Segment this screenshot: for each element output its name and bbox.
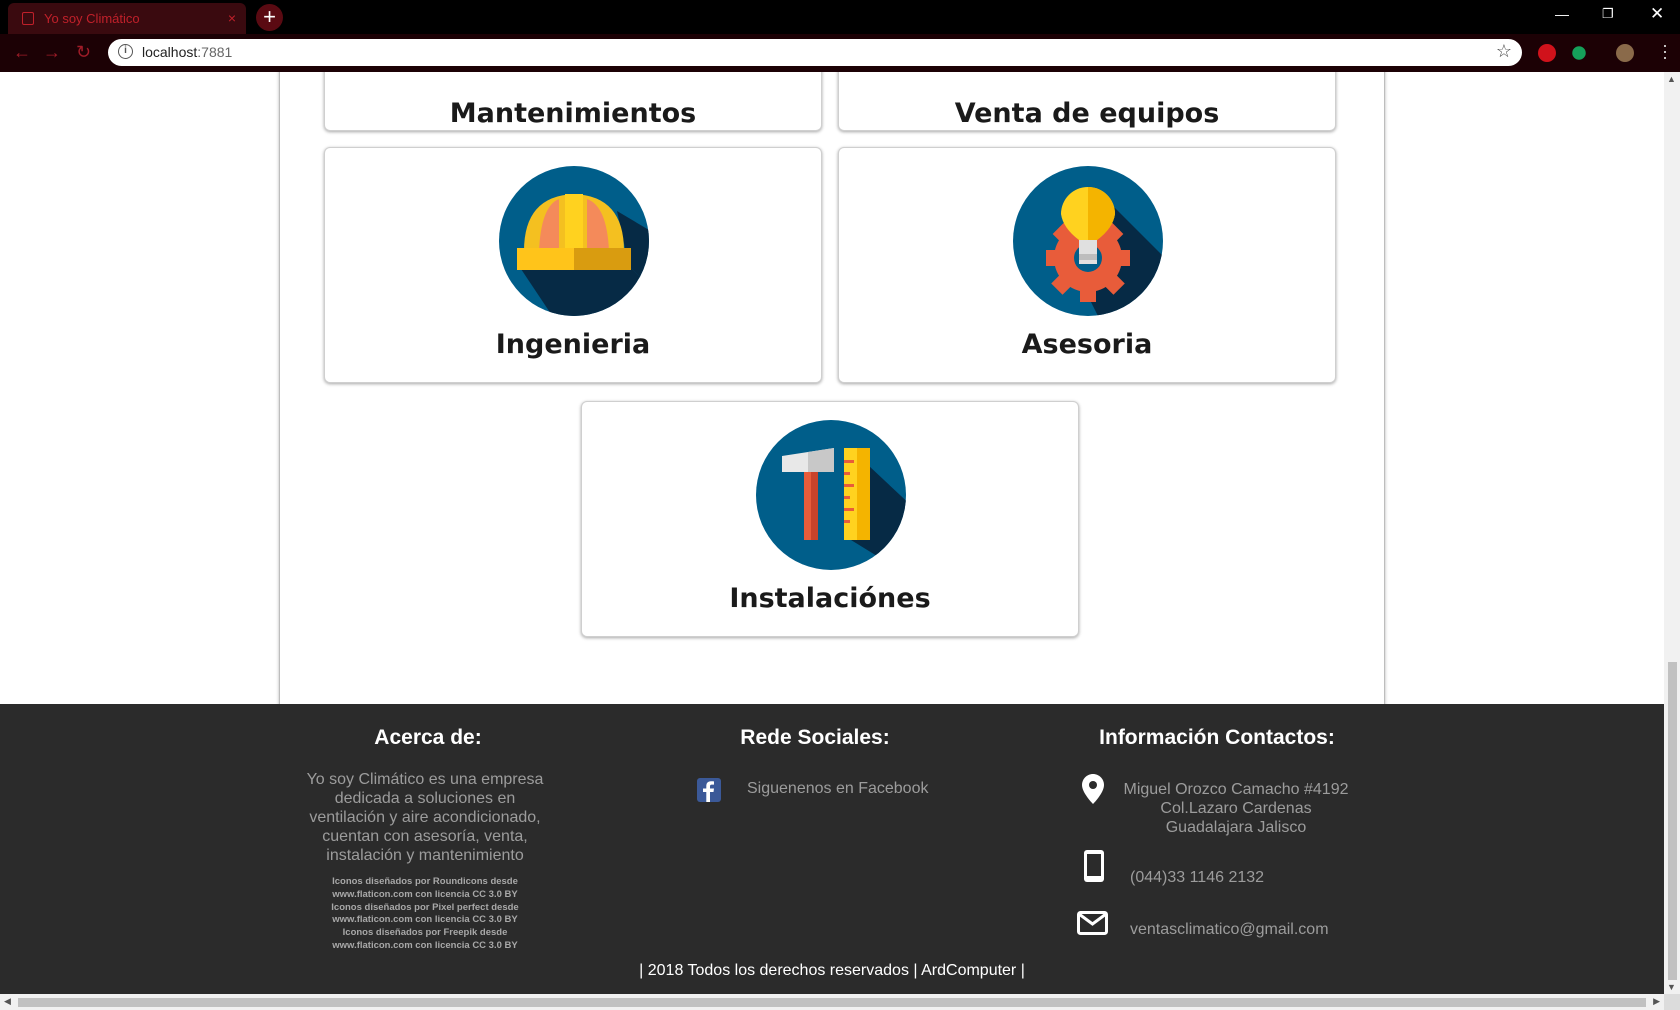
social-heading: Rede Sociales: — [740, 726, 890, 749]
page-favicon-icon — [22, 12, 34, 25]
location-pin-icon — [1082, 774, 1104, 809]
new-tab-button[interactable]: + — [256, 4, 283, 31]
bookmark-star-icon[interactable]: ☆ — [1496, 41, 1512, 62]
contact-phone: (044)33 1146 2132 — [1130, 869, 1265, 886]
tab-title: Yo soy Climático — [44, 11, 140, 26]
service-card-venta[interactable]: Venta de equipos — [838, 72, 1336, 131]
scrollbar-corner — [1664, 994, 1680, 1010]
about-heading: Acerca de: — [374, 726, 482, 749]
contact-heading: Información Contactos: — [1099, 726, 1335, 749]
forward-icon[interactable]: → — [43, 42, 61, 63]
service-card-instalaciones[interactable]: Instalaciónes — [581, 401, 1079, 637]
site-footer: Acerca de: Yo soy Climático es una empre… — [0, 704, 1664, 994]
contact-email[interactable]: ventasclimatico@gmail.com — [1130, 920, 1329, 939]
browser-titlebar: Yo soy Climático × + — ❐ ✕ — [0, 0, 1680, 34]
address-line: Guadalajara Jalisco — [1165, 819, 1307, 836]
back-icon[interactable]: ← — [13, 42, 31, 63]
tab-close-icon[interactable]: × — [228, 10, 236, 26]
icon-credits: Iconos diseñados por Roundicons desde ww… — [306, 876, 544, 953]
address-line: Miguel Orozco Camacho #4192 — [1123, 781, 1349, 798]
facebook-link[interactable]: Siguenenos en Facebook — [747, 780, 928, 798]
scroll-right-icon[interactable]: ▶ — [1653, 996, 1660, 1007]
url-text: localhost:7881 — [142, 44, 233, 60]
credit-line: Iconos diseñados por Freepik desde www.f… — [332, 927, 518, 951]
address-line: Col.Lazaro Cardenas — [1160, 800, 1312, 817]
hammer-ruler-icon — [756, 420, 906, 570]
service-title: Asesoria — [1021, 329, 1153, 360]
contact-address: Miguel Orozco Camacho #4192 Col.Lazaro C… — [1117, 780, 1355, 837]
service-card-asesoria[interactable]: Asesoria — [838, 147, 1336, 383]
profile-avatar[interactable] — [1616, 44, 1634, 62]
scroll-up-icon[interactable]: ▲ — [1667, 74, 1676, 84]
copyright-text: | 2018 Todos los derechos reservados | A… — [639, 962, 1025, 979]
lightbulb-gear-icon — [1013, 166, 1163, 316]
service-card-mantenimientos[interactable]: Mantenimientos — [324, 72, 822, 131]
services-panel: Mantenimientos Venta de equipos Ingenier… — [279, 72, 1385, 718]
hard-hat-icon — [499, 166, 649, 316]
browser-toolbar: ← → ↻ i localhost:7881 ☆ · · · — [0, 34, 1680, 72]
browser-menu-icon[interactable]: · · · — [1662, 36, 1668, 66]
vertical-scrollbar[interactable]: ▲ ▼ — [1664, 72, 1680, 994]
service-title: Ingenieria — [495, 329, 651, 360]
credit-line: Iconos diseñados por Pixel perfect desde… — [331, 901, 519, 926]
about-text: Yo soy Climático es una empresa dedicada… — [306, 771, 544, 864]
phone-icon — [1083, 849, 1105, 888]
email-icon — [1077, 911, 1108, 940]
horizontal-scrollbar[interactable]: ◀ ▶ — [0, 994, 1664, 1010]
horizontal-scroll-thumb[interactable] — [18, 998, 1646, 1007]
facebook-icon[interactable] — [697, 778, 721, 802]
scroll-left-icon[interactable]: ◀ — [4, 996, 11, 1007]
vertical-scroll-thumb[interactable] — [1668, 662, 1677, 980]
extension-check-icon[interactable] — [1572, 46, 1586, 60]
browser-tab[interactable]: Yo soy Climático × — [8, 3, 246, 34]
address-bar[interactable]: i localhost:7881 ☆ — [108, 39, 1522, 66]
service-card-ingenieria[interactable]: Ingenieria — [324, 147, 822, 383]
minimize-icon[interactable]: — — [1555, 6, 1569, 22]
service-title: Mantenimientos — [449, 98, 697, 129]
service-title: Instalaciónes — [729, 583, 931, 614]
credit-line: Iconos diseñados por Roundicons desde ww… — [332, 876, 518, 900]
page-viewport: Mantenimientos Venta de equipos Ingenier… — [0, 72, 1664, 994]
service-title: Venta de equipos — [954, 98, 1220, 129]
close-window-icon[interactable]: ✕ — [1650, 4, 1664, 24]
site-info-icon[interactable]: i — [118, 44, 133, 59]
reload-icon[interactable]: ↻ — [76, 42, 91, 63]
restore-icon[interactable]: ❐ — [1602, 6, 1614, 22]
scroll-down-icon[interactable]: ▼ — [1667, 982, 1676, 992]
extension-shield-icon[interactable] — [1538, 44, 1556, 62]
